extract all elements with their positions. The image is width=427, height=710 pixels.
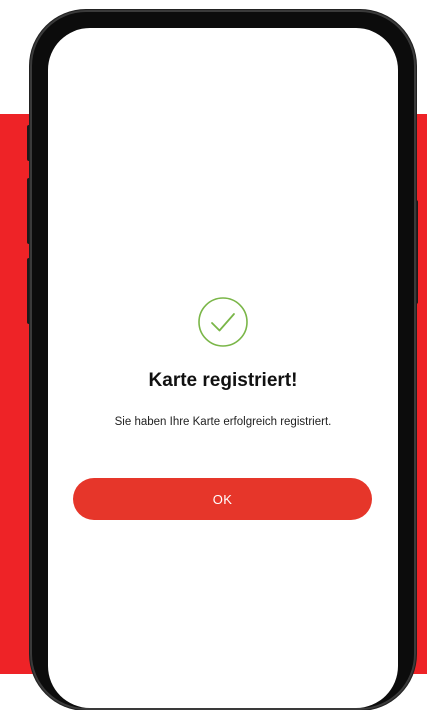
dialog-title: Karte registriert! xyxy=(148,370,298,391)
checkmark-circle-icon xyxy=(198,297,248,347)
success-dialog: Karte registriert! Sie haben Ihre Karte … xyxy=(48,296,398,428)
dialog-message: Sie haben Ihre Karte erfolgreich registr… xyxy=(114,416,332,428)
ok-button[interactable]: OK xyxy=(73,478,372,520)
phone-screen: Karte registriert! Sie haben Ihre Karte … xyxy=(48,28,398,708)
